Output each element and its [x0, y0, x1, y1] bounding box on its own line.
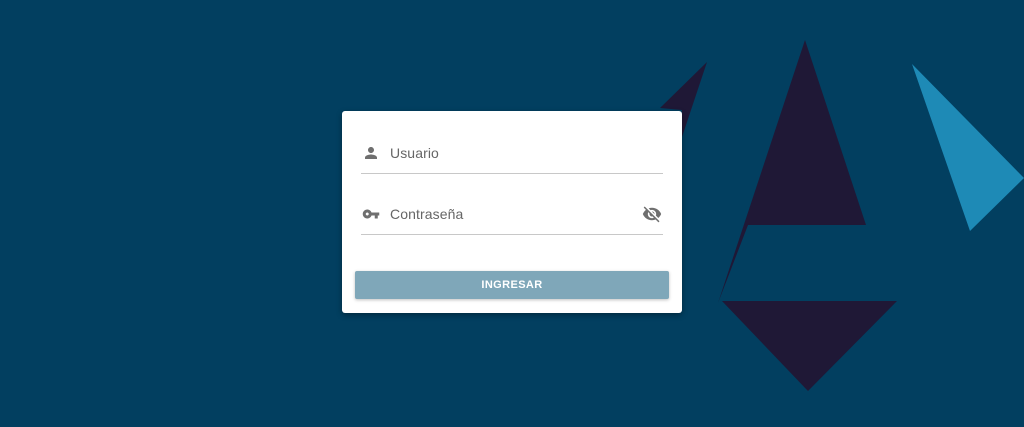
- username-placeholder: Usuario: [390, 145, 439, 161]
- bg-triangle-bottom: [722, 301, 897, 391]
- login-card: Usuario Contraseña INGRESAR: [342, 111, 682, 313]
- eye-off-icon[interactable]: [642, 204, 662, 224]
- login-submit-button[interactable]: INGRESAR: [355, 271, 669, 299]
- user-icon: [365, 147, 377, 159]
- password-field[interactable]: Contraseña: [361, 194, 663, 235]
- key-icon: [362, 209, 380, 219]
- bg-triangle-tall: [718, 40, 866, 303]
- username-field[interactable]: Usuario: [361, 133, 663, 174]
- bg-triangle-right: [912, 64, 1024, 231]
- password-placeholder: Contraseña: [390, 206, 464, 222]
